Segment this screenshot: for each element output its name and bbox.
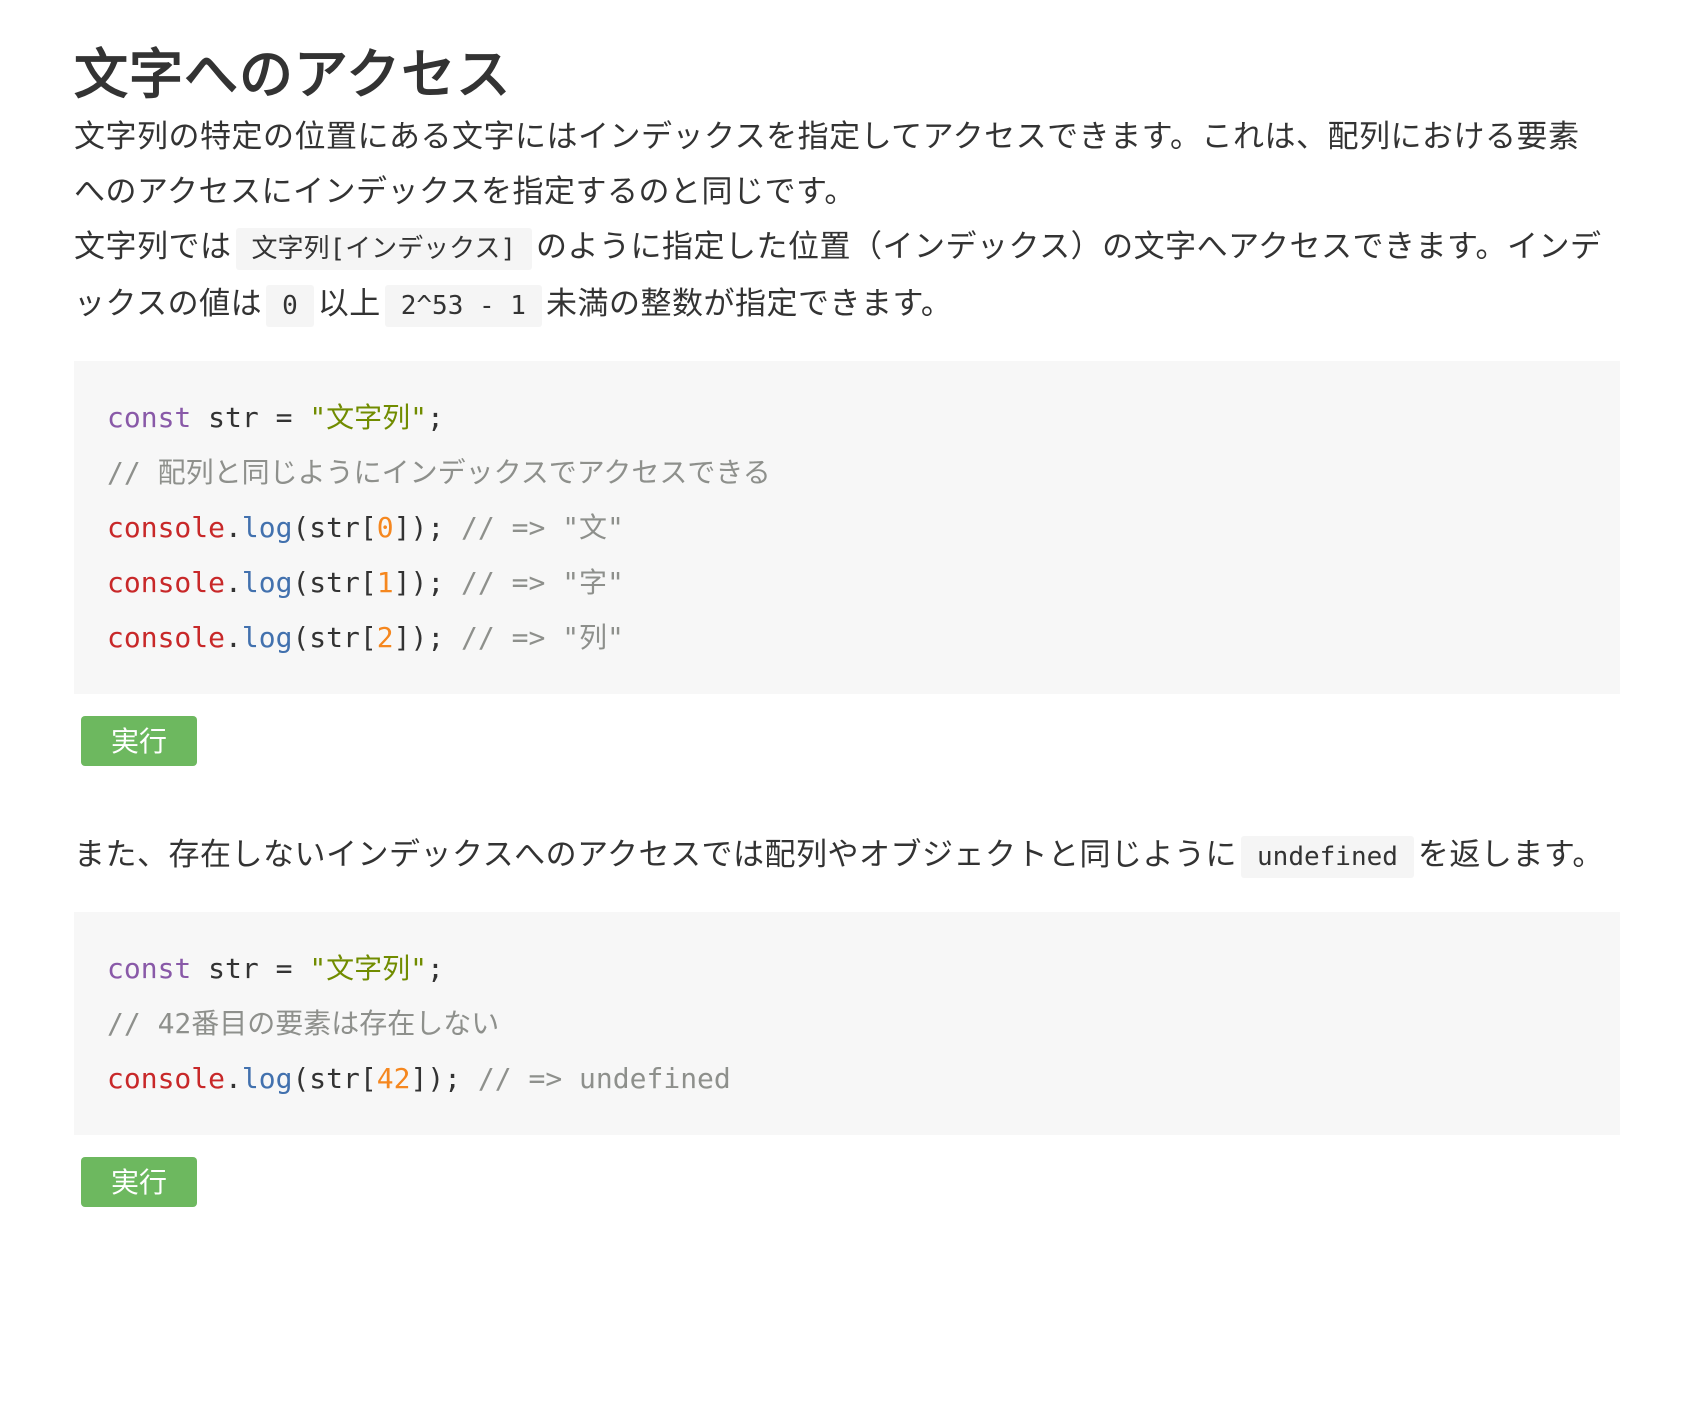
code-line: console.log(str[2]); // => "列" [107,610,1587,665]
code-object: console [107,1062,226,1095]
code-object: console [107,566,226,599]
code-text: ; [427,952,444,985]
code-keyword: const [107,401,192,434]
code-line: console.log(str[42]); // => undefined [107,1051,1587,1106]
code-comment: // => "字" [461,566,624,599]
inline-code-max-index: 2^53 - 1 [384,285,542,327]
index-paragraph-text-3: 以上 [317,286,381,322]
code-number: 2 [376,621,394,654]
code-object: console [107,621,226,654]
code-string: "文字列" [309,401,428,434]
code-number: 1 [376,566,394,599]
code-text: (str[ [292,511,377,544]
code-text: (str[ [292,1062,377,1095]
code-comment: // 42番目の要素は存在しない [107,1007,500,1040]
page-title: 文字へのアクセス [74,43,512,106]
index-paragraph-text-1: 文字列では [74,229,232,265]
code-text: ]); [410,1062,478,1095]
run-button[interactable]: 実行 [81,716,197,766]
code-function: log [241,621,293,654]
code-line: // 配列と同じようにインデックスでアクセスできる [107,445,1587,500]
code-function: log [241,566,293,599]
code-comment: // => undefined [477,1062,731,1095]
index-paragraph-text-4: 未満の整数が指定できます。 [545,286,953,322]
index-paragraph: 文字列では 文字列[インデックス] のように指定した位置（インデックス）の文字へアク… [74,220,1610,334]
code-function: log [241,511,293,544]
run-button-container: 実行 [74,716,1610,766]
code-text: ]); [393,621,462,654]
code-line: console.log(str[0]); // => "文" [107,500,1587,555]
code-text: ; [427,401,444,434]
code-text: (str[ [292,621,377,654]
code-string: "文字列" [309,952,428,985]
code-block-index-access: const str = "文字列"; // 配列と同じようにインデックスでアクセ… [74,361,1620,694]
code-text: . [225,566,242,599]
code-line: console.log(str[1]); // => "字" [107,555,1587,610]
run-button[interactable]: 実行 [81,1157,197,1207]
code-object: console [107,511,226,544]
code-text: ]); [393,511,462,544]
code-text: str = [191,952,310,985]
code-comment: // => "列" [461,621,624,654]
code-line: const str = "文字列"; [107,390,1587,445]
code-number: 0 [376,511,394,544]
article: 文字へのアクセス 文字列の特定の位置にある文字にはインデックスを指定してアクセス… [0,0,1684,1410]
code-comment: // => "文" [461,511,624,544]
code-line: // 42番目の要素は存在しない [107,996,1587,1051]
code-line: const str = "文字列"; [107,941,1587,996]
code-block-out-of-range: const str = "文字列"; // 42番目の要素は存在しない cons… [74,912,1620,1135]
undefined-paragraph-text-1: また、存在しないインデックスへのアクセスでは配列やオブジェクトと同じように [74,837,1238,873]
code-comment: // 配列と同じようにインデックスでアクセスできる [107,456,771,489]
code-text: ]); [393,566,462,599]
code-number: 42 [376,1062,411,1095]
inline-code-undefined: undefined [1241,836,1414,878]
code-keyword: const [107,952,192,985]
undefined-paragraph-text-2: を返します。 [1417,837,1604,873]
intro-paragraph: 文字列の特定の位置にある文字にはインデックスを指定してアクセスできます。これは、… [74,119,1580,210]
code-text: . [225,621,242,654]
code-text: . [225,1062,242,1095]
code-text: str = [191,401,310,434]
code-function: log [241,1062,293,1095]
run-button-container: 実行 [74,1157,1610,1207]
undefined-paragraph: また、存在しないインデックスへのアクセスでは配列やオブジェクトと同じように und… [74,828,1610,885]
inline-code-syntax: 文字列[インデックス] [235,228,533,270]
code-text: (str[ [292,566,377,599]
code-text: . [225,511,242,544]
inline-code-zero: 0 [266,285,314,327]
